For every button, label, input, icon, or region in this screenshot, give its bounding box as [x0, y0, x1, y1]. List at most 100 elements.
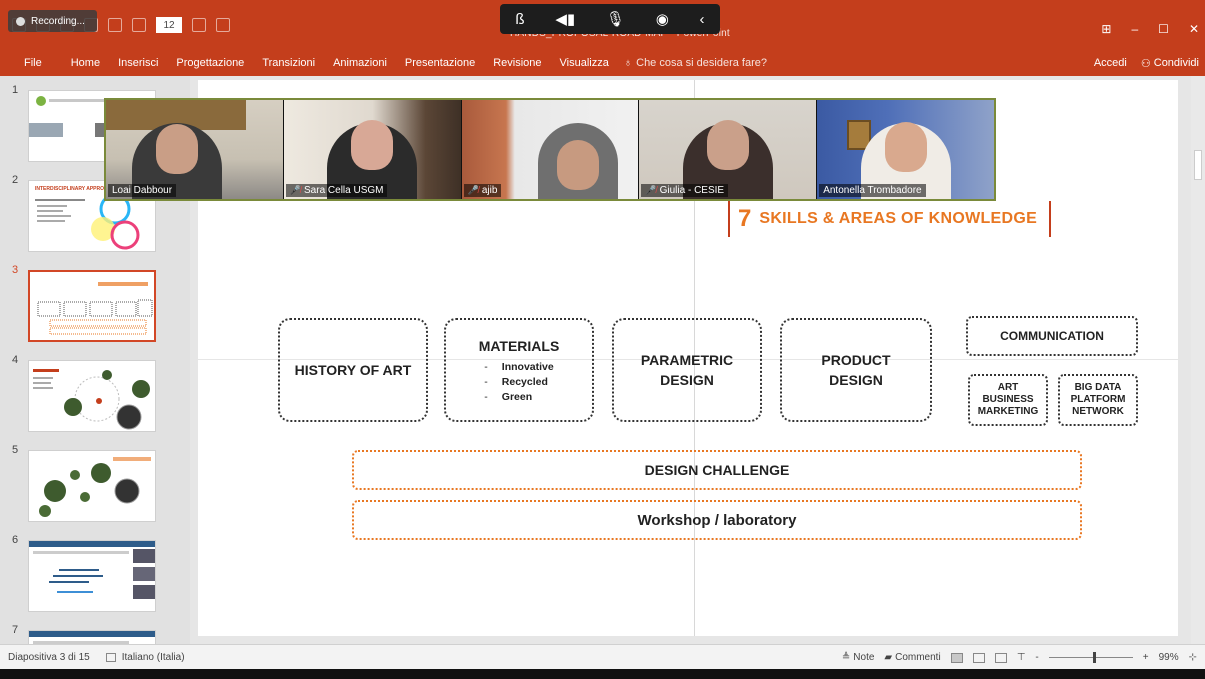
tell-me-search[interactable]: ♁ Che cosa si desidera fare? [624, 57, 767, 69]
materials-box[interactable]: MATERIALS - Innovative - Recycled - Green [444, 318, 594, 422]
share-button[interactable]: ⚇ Condividi [1141, 57, 1199, 70]
comments-button[interactable]: ▰ Commenti [884, 652, 940, 663]
tab-design[interactable]: Progettazione [167, 57, 253, 69]
tab-file[interactable]: File [0, 57, 62, 69]
language-indicator[interactable]: Italiano (Italia) [105, 651, 185, 663]
thumbnail-preview [37, 282, 153, 335]
tab-home[interactable]: Home [62, 57, 109, 69]
parametric-design-box[interactable]: PARAMETRIC DESIGN [612, 318, 762, 422]
slide-thumbnail[interactable] [28, 450, 156, 522]
zoom-slider-thumb[interactable] [1092, 652, 1096, 663]
big-data-box[interactable]: BIG DATA PLATFORM NETWORK [1058, 374, 1138, 426]
font-color-icon[interactable] [132, 18, 146, 32]
minimize-icon[interactable]: – [1131, 22, 1138, 36]
muted-mic-icon: 🎤̸ [289, 185, 302, 195]
muted-mic-icon: 🎤̸ [467, 185, 479, 195]
tab-insert[interactable]: Inserisci [109, 57, 167, 69]
participant-tile[interactable]: 🎤̸ Giulia - CESIE [639, 100, 818, 199]
thumbnail-preview [33, 369, 150, 430]
slideshow-view-icon[interactable]: ⊤ [1017, 652, 1026, 663]
history-of-art-box[interactable]: HISTORY OF ART [278, 318, 428, 422]
muted-mic-icon: 🎤̸ [645, 185, 657, 195]
thumbnail-number: 6 [12, 534, 19, 546]
product-design-box[interactable]: PRODUCT DESIGN [780, 318, 932, 422]
zoom-level[interactable]: 99% [1159, 652, 1179, 663]
tab-view[interactable]: Visualizza [551, 57, 618, 69]
thumbnail-preview [29, 541, 155, 599]
slide-title[interactable]: 7 SKILLS & AREAS OF KNOWLEDGE [728, 201, 1052, 237]
reading-view-icon[interactable] [994, 652, 1007, 663]
communication-label: COMMUNICATION [1000, 329, 1104, 343]
share-label: Condividi [1153, 57, 1199, 69]
sign-in-link[interactable]: Accedi [1094, 57, 1127, 69]
broadcast-icon[interactable]: ◉ [656, 10, 669, 28]
title-number: 7 [738, 205, 752, 232]
communication-box[interactable]: COMMUNICATION [966, 316, 1138, 356]
microphone-icon[interactable]: 🎙 [606, 10, 625, 28]
notes-icon: ≜ [841, 652, 851, 663]
thumbnail-number: 7 [12, 624, 19, 636]
slide-counter: Diapositiva 3 di 15 [8, 651, 90, 663]
participant-head [706, 120, 749, 170]
participant-head [557, 140, 600, 190]
bigdata-line-3: NETWORK [1072, 406, 1124, 417]
thumbnail-number: 1 [12, 84, 19, 96]
workshop-box[interactable]: Workshop / laboratory [352, 500, 1082, 540]
thumbnail-number: 2 [12, 174, 19, 186]
powerpoint-window: 12 HANDS_PROPOSAL-ROAD-MAP - PowerPoint … [0, 0, 1205, 679]
tab-slideshow[interactable]: Presentazione [396, 57, 484, 69]
collapse-icon[interactable]: ‹ [700, 11, 705, 28]
product-line-2: DESIGN [829, 372, 883, 388]
thumbnail-title: INTERDISCIPLINARY APPROACH [35, 186, 115, 192]
scrollbar-thumb[interactable] [1194, 150, 1202, 180]
slide-thumbnail[interactable] [28, 630, 156, 644]
customize-toolbar-icon[interactable] [216, 18, 230, 32]
normal-view-icon[interactable] [950, 652, 963, 663]
thumbnail-number: 3 [12, 264, 19, 276]
taskbar-edge [0, 669, 1205, 679]
ribbon-display-icon[interactable]: ⊞ [1101, 22, 1111, 36]
participant-tile[interactable]: 🎤̸ ajib [461, 100, 640, 199]
recording-indicator[interactable]: Recording... [8, 10, 97, 32]
materials-list: - Innovative - Recycled - Green [484, 360, 553, 405]
zoom-in-button[interactable]: + [1143, 652, 1149, 663]
tab-review[interactable]: Revisione [484, 57, 550, 69]
participant-tile[interactable]: 🎤̸ Sara Cella USGM [283, 100, 462, 199]
slide-thumbnail-active[interactable] [28, 270, 156, 342]
thumbnail-number: 5 [12, 444, 19, 456]
fit-to-window-icon[interactable]: ⊹ [1189, 652, 1197, 663]
participant-name-tag: 🎤̸ Sara Cella USGM [285, 184, 388, 197]
design-challenge-label: DESIGN CHALLENGE [644, 462, 790, 478]
close-icon[interactable]: ✕ [1189, 22, 1199, 36]
bigdata-line-1: BIG DATA [1074, 382, 1122, 393]
font-size-box[interactable]: 12 [156, 17, 182, 33]
zoom-out-button[interactable]: - [1035, 652, 1038, 663]
font-icon[interactable] [108, 18, 122, 32]
effects-icon[interactable]: ß [515, 11, 524, 28]
participant-tile[interactable]: Loai Dabbour [106, 100, 284, 199]
tab-transitions[interactable]: Transizioni [253, 57, 324, 69]
lightbulb-icon: ♁ [623, 57, 633, 69]
notes-button[interactable]: ≜ Note [842, 652, 875, 663]
zoom-slider[interactable] [1048, 652, 1133, 663]
art-line-2: BUSINESS [982, 394, 1034, 405]
shapes-icon[interactable] [192, 18, 206, 32]
vertical-scrollbar[interactable] [1191, 76, 1205, 644]
art-business-marketing-box[interactable]: ART BUSINESS MARKETING [968, 374, 1048, 426]
thumbnail-number: 4 [12, 354, 19, 366]
maximize-icon[interactable]: ☐ [1158, 22, 1169, 36]
slide-thumbnail[interactable] [28, 540, 156, 612]
language-label: Italiano (Italia) [121, 651, 185, 663]
title-text: SKILLS & AREAS OF KNOWLEDGE [759, 210, 1038, 227]
speaker-icon[interactable]: ◀▮ [555, 10, 575, 28]
tab-animations[interactable]: Animazioni [324, 57, 396, 69]
slide-thumbnail[interactable] [28, 360, 156, 432]
participant-tile-speaking[interactable]: Antonella Trombadore [817, 100, 994, 199]
slide-sorter-icon[interactable] [972, 652, 985, 663]
design-challenge-box[interactable]: DESIGN CHALLENGE [352, 450, 1082, 490]
record-icon [16, 16, 25, 26]
account-area: Accedi ⚇ Condividi [1094, 50, 1199, 76]
participant-name-tag: Antonella Trombadore [819, 184, 926, 197]
list-item: - Recycled [484, 375, 548, 388]
video-gallery: Loai Dabbour 🎤̸ Sara Cella USGM 🎤̸ ajib 🎤̸… [104, 98, 996, 201]
